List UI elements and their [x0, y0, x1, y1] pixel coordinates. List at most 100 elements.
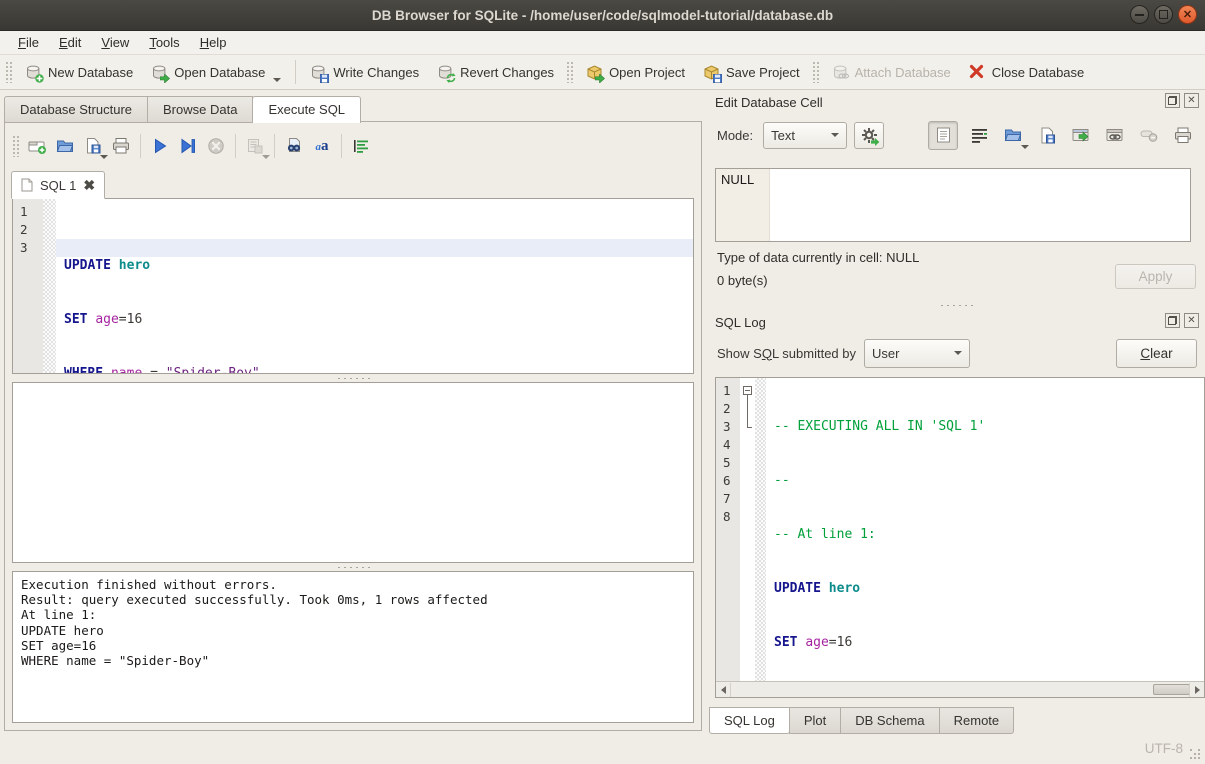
menu-view[interactable]: View [91, 31, 139, 54]
editor-text[interactable]: UPDATE hero SET age=16 WHERE name = "Spi… [56, 199, 693, 373]
message-line: WHERE name = "Spider-Boy" [21, 653, 685, 668]
open-project-button[interactable]: Open Project [577, 58, 694, 86]
log-fold-margin[interactable] [740, 378, 755, 681]
encoding-indicator[interactable]: UTF-8 [1145, 741, 1183, 756]
format-sql-button[interactable] [347, 133, 375, 159]
cell-edit-area[interactable] [770, 169, 1190, 241]
open-file-icon [56, 137, 74, 155]
export-cell-button[interactable] [1033, 122, 1061, 148]
splitter[interactable] [12, 374, 694, 382]
execute-all-button[interactable] [146, 133, 174, 159]
word-wrap-button[interactable] [965, 122, 993, 148]
clear-log-button[interactable]: Clear [1116, 339, 1197, 368]
dock-close-button[interactable]: ✕ [1184, 313, 1199, 328]
open-external-icon [1072, 128, 1090, 143]
fold-corner [747, 427, 752, 428]
maximize-icon [1159, 10, 1168, 19]
revert-changes-button[interactable]: Revert Changes [428, 58, 563, 86]
log-horizontal-scrollbar[interactable] [716, 681, 1204, 697]
cell-size-info: 0 byte(s) [717, 273, 768, 288]
close-sql-tab-icon[interactable]: ✖ [83, 178, 95, 192]
set-link-button[interactable] [1101, 122, 1129, 148]
execute-line-icon [179, 137, 197, 155]
set-null-icon [1140, 128, 1158, 142]
dock-float-button[interactable] [1165, 313, 1180, 328]
toolbar-drag-handle[interactable] [812, 61, 820, 83]
menu-help[interactable]: Help [190, 31, 237, 54]
log-text[interactable]: -- EXECUTING ALL IN 'SQL 1' -- -- At lin… [766, 378, 1204, 681]
fold-collapse-icon[interactable] [743, 386, 752, 395]
open-in-app-button[interactable] [1067, 122, 1095, 148]
print-sql-button[interactable] [107, 133, 135, 159]
tab-database-structure[interactable]: Database Structure [4, 96, 148, 123]
new-database-button[interactable]: New Database [16, 58, 142, 86]
dock-tab-remote[interactable]: Remote [939, 707, 1015, 734]
minimize-button[interactable] [1130, 5, 1149, 24]
execute-sql-page: aa SQL 1 ✖ 1 2 3 [4, 121, 702, 731]
sql-toolbar-separator [140, 134, 141, 158]
dock-tab-db-schema[interactable]: DB Schema [840, 707, 939, 734]
mode-combobox[interactable]: Text [763, 122, 847, 149]
import-file-icon [1004, 127, 1022, 144]
open-database-dropdown-icon [273, 78, 281, 82]
minimize-icon [1135, 14, 1144, 16]
sql-editor[interactable]: 1 2 3 UPDATE hero SET age=16 WHERE name … [12, 198, 694, 374]
attach-database-icon [832, 64, 849, 81]
print-cell-button[interactable] [1169, 122, 1197, 148]
dock-tab-plot[interactable]: Plot [789, 707, 841, 734]
close-database-button[interactable]: Close Database [960, 58, 1094, 86]
apply-format-button[interactable] [854, 122, 884, 149]
word-wrap-icon [971, 128, 988, 143]
find-icon [285, 137, 303, 155]
dock-float-button[interactable] [1165, 93, 1180, 108]
open-sql-file-button[interactable] [51, 133, 79, 159]
text-mode-button[interactable] [928, 121, 958, 150]
sql1-tab[interactable]: SQL 1 ✖ [11, 171, 105, 199]
import-cell-button[interactable] [999, 122, 1027, 148]
splitter[interactable] [12, 563, 694, 571]
combo-arrow-icon [831, 133, 839, 137]
log-filter-combobox[interactable]: User [864, 339, 970, 368]
window-title: DB Browser for SQLite - /home/user/code/… [372, 8, 833, 23]
log-hatch-margin [755, 378, 766, 681]
execute-line-button[interactable] [174, 133, 202, 159]
dock-splitter[interactable] [707, 302, 1205, 309]
resize-grip-icon[interactable] [1190, 749, 1201, 760]
scroll-right-arrow[interactable] [1189, 683, 1204, 697]
scroll-left-arrow[interactable] [716, 683, 731, 697]
text-document-icon [936, 127, 951, 143]
toolbar-drag-handle[interactable] [5, 61, 13, 83]
sql-toolbar-drag-handle[interactable] [12, 135, 20, 157]
export-file-icon [1039, 127, 1056, 144]
scrollbar-thumb[interactable] [1153, 684, 1190, 695]
results-pane[interactable] [12, 382, 694, 563]
sql-log-pane[interactable]: 12345678 -- EXECUTING ALL IN 'SQL 1' -- … [715, 377, 1205, 698]
print-icon [1174, 127, 1192, 144]
new-sql-tab-button[interactable] [23, 133, 51, 159]
dock-tab-sql-log[interactable]: SQL Log [709, 707, 790, 734]
menu-file[interactable]: File [8, 31, 49, 54]
new-database-icon [25, 64, 42, 81]
find-button[interactable] [280, 133, 308, 159]
dock-close-button[interactable]: ✕ [1184, 93, 1199, 108]
save-results-dropdown-icon [262, 155, 270, 159]
tab-execute-sql[interactable]: Execute SQL [252, 96, 361, 123]
save-sql-file-button[interactable] [79, 133, 107, 159]
dock-area: Edit Database Cell ✕ Mode: Text [707, 90, 1205, 764]
cell-value: NULL [716, 169, 770, 241]
close-button[interactable]: ✕ [1178, 5, 1197, 24]
replace-button[interactable]: aa [308, 133, 336, 159]
write-changes-button[interactable]: Write Changes [301, 58, 428, 86]
maximize-button[interactable] [1154, 5, 1173, 24]
tab-browse-data[interactable]: Browse Data [147, 96, 253, 123]
save-project-icon [703, 64, 720, 81]
menu-tools[interactable]: Tools [139, 31, 189, 54]
open-database-button[interactable]: Open Database [142, 58, 290, 86]
toolbar-drag-handle[interactable] [566, 61, 574, 83]
save-file-icon [84, 137, 102, 155]
main-tab-bar: Database Structure Browse Data Execute S… [4, 96, 360, 123]
edit-cell-dock-header: Edit Database Cell ✕ [707, 92, 1205, 112]
cell-value-editor[interactable]: NULL [715, 168, 1191, 242]
menu-edit[interactable]: Edit [49, 31, 91, 54]
save-project-button[interactable]: Save Project [694, 58, 809, 86]
